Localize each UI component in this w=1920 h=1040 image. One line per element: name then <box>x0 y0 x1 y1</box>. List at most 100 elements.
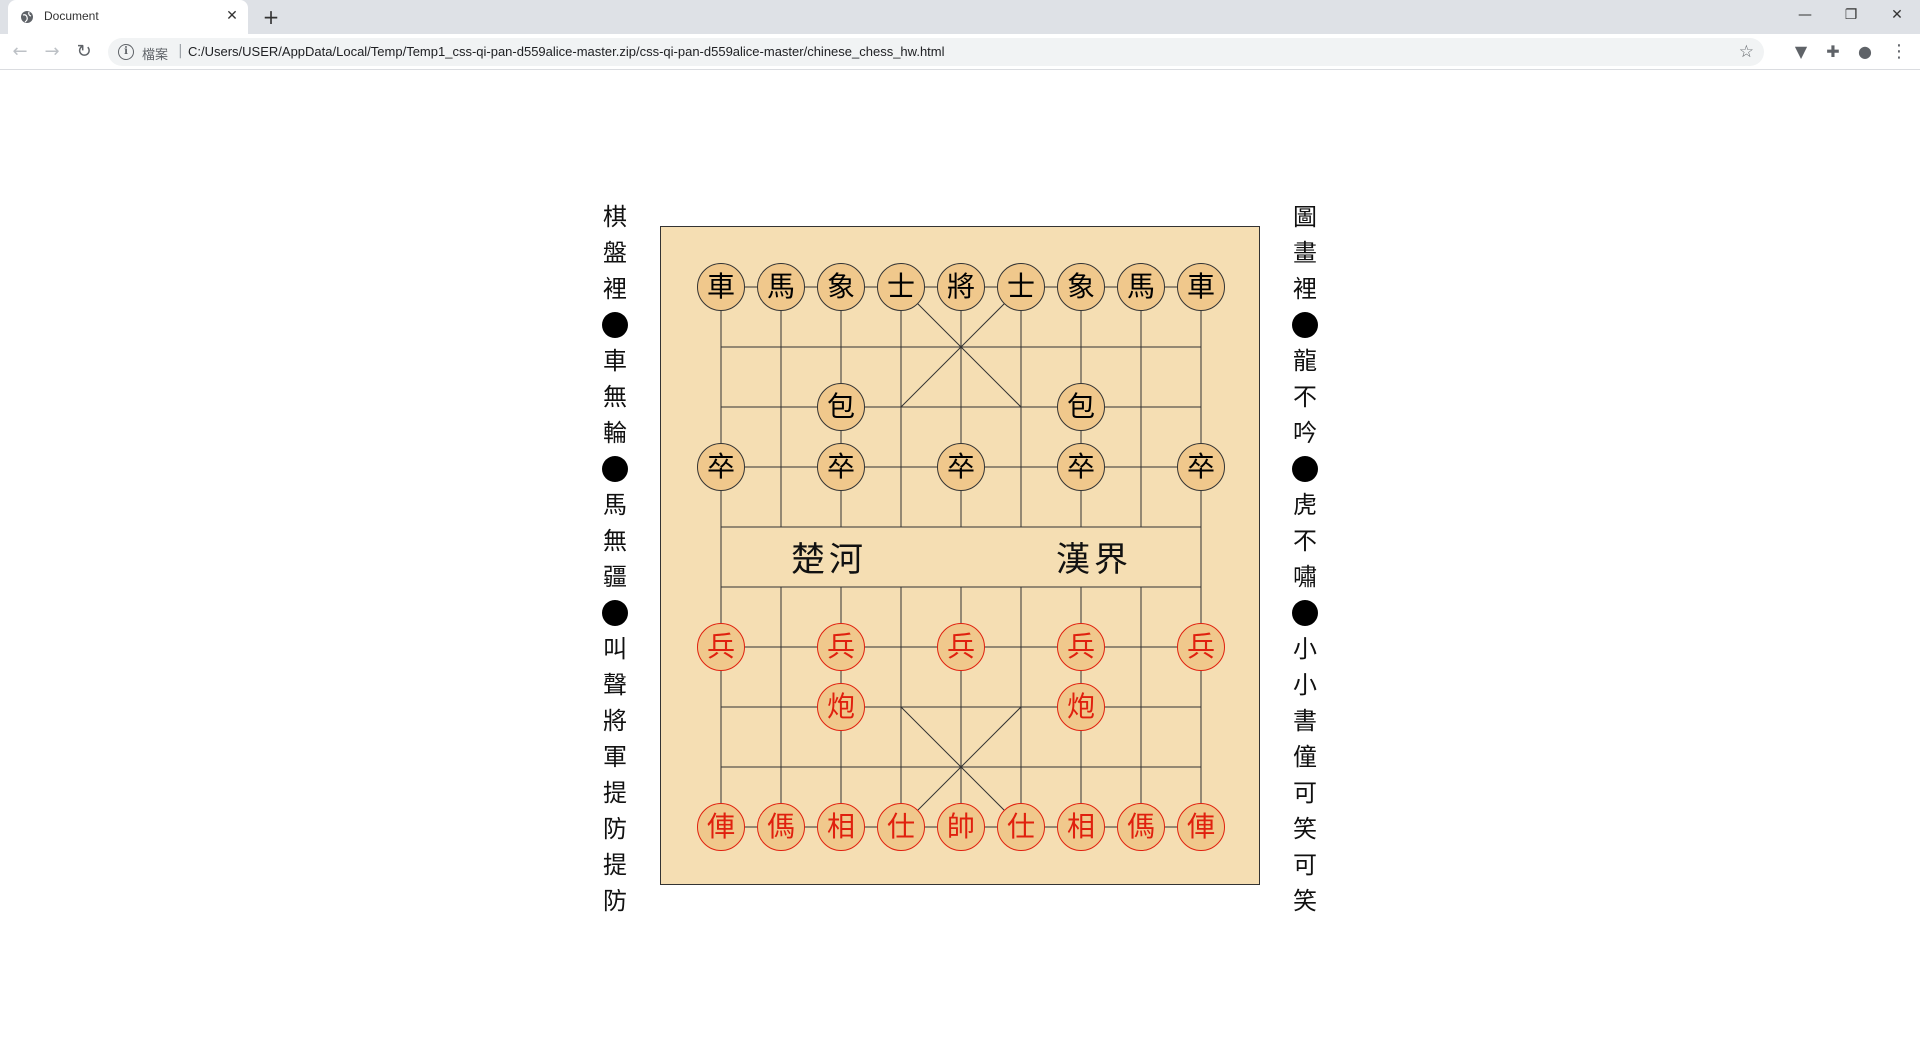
poem-dot <box>600 451 630 487</box>
window-close-button[interactable]: ✕ <box>1874 0 1920 30</box>
extension-icon[interactable]: ▼ <box>1790 41 1812 63</box>
window-maximize-button[interactable]: ❐ <box>1828 0 1874 30</box>
tab-close-icon[interactable]: ✕ <box>224 8 240 24</box>
poem-character: 小 <box>1293 635 1317 663</box>
poem-character: 虎 <box>1293 491 1317 519</box>
black-piece-卒[interactable]: 卒 <box>937 443 985 491</box>
bookmark-star-icon[interactable]: ☆ <box>1739 42 1754 62</box>
chess-board: 楚河 漢界 車馬象士將士象馬車包包卒卒卒卒卒兵兵兵兵兵炮炮俥傌相仕帥仕相傌俥 <box>660 226 1260 885</box>
red-piece-炮[interactable]: 炮 <box>817 683 865 731</box>
poem-character: 不 <box>1293 383 1317 411</box>
red-piece-仕[interactable]: 仕 <box>997 803 1045 851</box>
poem-character: 聲 <box>603 671 627 699</box>
black-piece-象[interactable]: 象 <box>817 263 865 311</box>
red-piece-仕[interactable]: 仕 <box>877 803 925 851</box>
poem-character: 提 <box>603 779 627 807</box>
reload-icon[interactable]: ↻ <box>72 40 96 64</box>
black-piece-馬[interactable]: 馬 <box>1117 263 1165 311</box>
tab-document[interactable]: Document ✕ <box>8 0 248 34</box>
page-content: 棋盤裡車無輪馬無疆叫聲將軍提防提防 楚河 漢界 車馬象士將士象馬車包包卒卒卒卒卒… <box>0 71 1920 1040</box>
red-piece-兵[interactable]: 兵 <box>697 623 745 671</box>
red-piece-相[interactable]: 相 <box>1057 803 1105 851</box>
red-piece-帥[interactable]: 帥 <box>937 803 985 851</box>
poem-character: 盤 <box>603 239 627 267</box>
black-piece-將[interactable]: 將 <box>937 263 985 311</box>
poem-character: 叫 <box>603 635 627 663</box>
tab-title: Document <box>44 9 99 23</box>
menu-kebab-icon[interactable]: ⋮ <box>1888 41 1910 63</box>
poem-character: 龍 <box>1293 347 1317 375</box>
poem-dot <box>600 307 630 343</box>
back-arrow-icon[interactable]: ← <box>8 40 32 64</box>
poem-character: 馬 <box>603 491 627 519</box>
poem-character: 車 <box>603 347 627 375</box>
red-piece-俥[interactable]: 俥 <box>697 803 745 851</box>
poem-character: 嘯 <box>1293 563 1317 591</box>
address-separator: | <box>178 43 183 59</box>
poem-character: 防 <box>603 815 627 843</box>
browser-toolbar: ← → ↻ i 檔案 | C:/Users/USER/AppData/Local… <box>0 34 1920 70</box>
poem-right: 圖畫裡龍不吟虎不嘯小小書僮可笑可笑 <box>1290 199 1320 919</box>
new-tab-button[interactable]: + <box>260 6 282 28</box>
poem-character: 棋 <box>603 203 627 231</box>
black-piece-馬[interactable]: 馬 <box>757 263 805 311</box>
board-grid <box>720 286 1202 828</box>
poem-character: 無 <box>603 383 627 411</box>
globe-icon <box>21 11 33 23</box>
red-piece-兵[interactable]: 兵 <box>1177 623 1225 671</box>
poem-character: 笑 <box>1293 815 1317 843</box>
poem-dot <box>600 595 630 631</box>
river-text-han-jie: 漢界 <box>1056 540 1132 580</box>
red-piece-俥[interactable]: 俥 <box>1177 803 1225 851</box>
black-piece-卒[interactable]: 卒 <box>1177 443 1225 491</box>
black-piece-車[interactable]: 車 <box>697 263 745 311</box>
poem-character: 吟 <box>1293 419 1317 447</box>
poem-character: 軍 <box>603 743 627 771</box>
window-minimize-button[interactable]: — <box>1782 0 1828 30</box>
poem-character: 疆 <box>603 563 627 591</box>
poem-character: 裡 <box>603 275 627 303</box>
red-piece-相[interactable]: 相 <box>817 803 865 851</box>
poem-character: 小 <box>1293 671 1317 699</box>
poem-dot <box>1290 307 1320 343</box>
black-piece-包[interactable]: 包 <box>1057 383 1105 431</box>
poem-character: 提 <box>603 851 627 879</box>
poem-character: 防 <box>603 887 627 915</box>
black-piece-卒[interactable]: 卒 <box>817 443 865 491</box>
black-piece-士[interactable]: 士 <box>997 263 1045 311</box>
puzzle-icon[interactable]: ✚ <box>1822 41 1844 63</box>
poem-character: 裡 <box>1293 275 1317 303</box>
poem-character: 將 <box>603 707 627 735</box>
black-piece-包[interactable]: 包 <box>817 383 865 431</box>
river-text-chu-he: 楚河 <box>791 540 867 580</box>
forward-arrow-icon[interactable]: → <box>40 40 64 64</box>
red-piece-兵[interactable]: 兵 <box>817 623 865 671</box>
black-piece-象[interactable]: 象 <box>1057 263 1105 311</box>
poem-character: 笑 <box>1293 887 1317 915</box>
url-text[interactable]: C:/Users/USER/AppData/Local/Temp/Temp1_c… <box>188 44 945 59</box>
poem-dot <box>1290 595 1320 631</box>
black-piece-卒[interactable]: 卒 <box>697 443 745 491</box>
red-piece-傌[interactable]: 傌 <box>757 803 805 851</box>
poem-character: 不 <box>1293 527 1317 555</box>
red-piece-兵[interactable]: 兵 <box>937 623 985 671</box>
poem-character: 書 <box>1293 707 1317 735</box>
poem-character: 圖 <box>1293 203 1317 231</box>
red-piece-兵[interactable]: 兵 <box>1057 623 1105 671</box>
info-icon[interactable]: i <box>118 44 134 60</box>
poem-left: 棋盤裡車無輪馬無疆叫聲將軍提防提防 <box>600 199 630 919</box>
tab-strip: Document ✕ + — ❐ ✕ <box>0 0 1920 34</box>
address-bar[interactable]: i 檔案 | C:/Users/USER/AppData/Local/Temp/… <box>108 38 1764 66</box>
red-piece-傌[interactable]: 傌 <box>1117 803 1165 851</box>
file-label: 檔案 <box>142 48 169 63</box>
poem-character: 無 <box>603 527 627 555</box>
black-piece-卒[interactable]: 卒 <box>1057 443 1105 491</box>
red-piece-炮[interactable]: 炮 <box>1057 683 1105 731</box>
poem-character: 可 <box>1293 851 1317 879</box>
black-piece-士[interactable]: 士 <box>877 263 925 311</box>
black-piece-車[interactable]: 車 <box>1177 263 1225 311</box>
profile-icon[interactable]: ● <box>1854 41 1876 63</box>
poem-character: 畫 <box>1293 239 1317 267</box>
poem-character: 僮 <box>1293 743 1317 771</box>
poem-character: 可 <box>1293 779 1317 807</box>
